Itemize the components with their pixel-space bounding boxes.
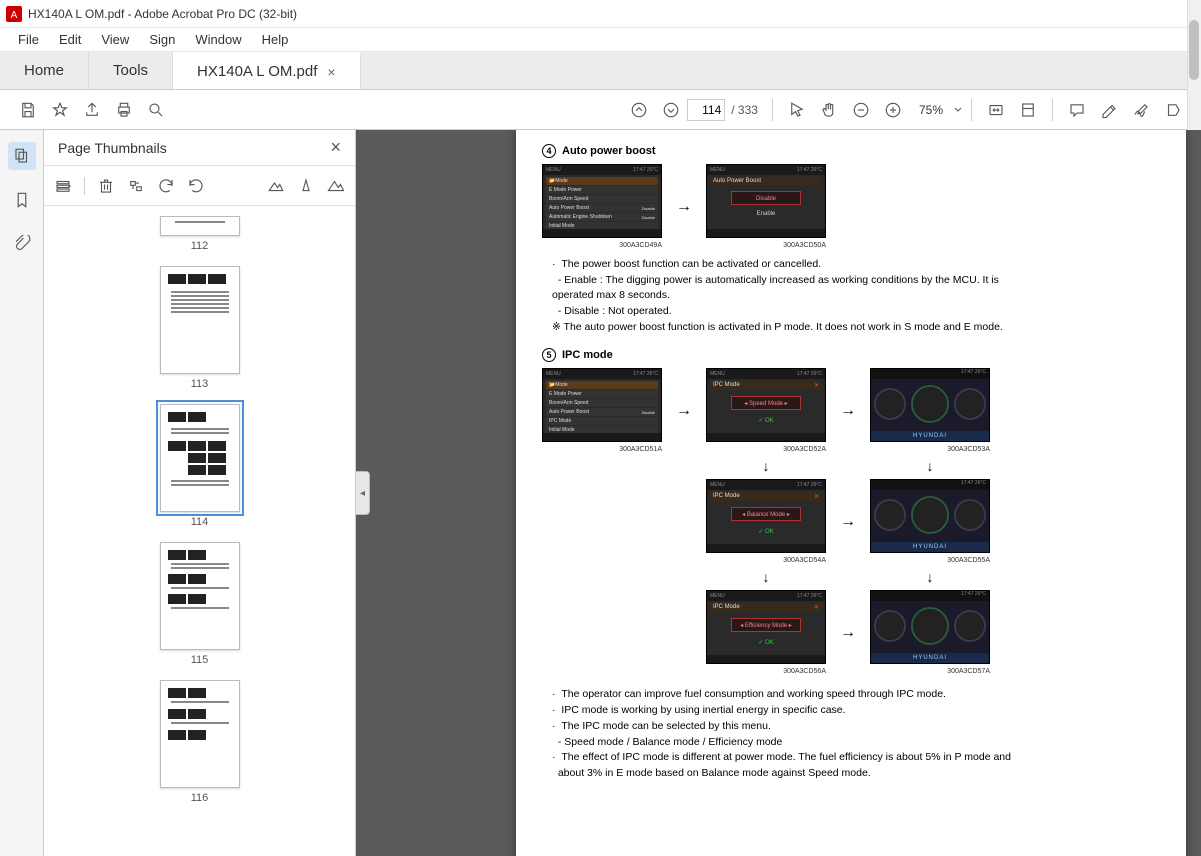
- screen-ipc-menu: MENU17:47 26°C 📂 Mode E Mode Power Boom/…: [542, 368, 662, 442]
- app-icon: A: [6, 6, 22, 22]
- page-viewport[interactable]: ◂ 4 Auto power boost MENU17:47 26°C 📂 Mo…: [356, 130, 1201, 856]
- section-4-text: · The power boost function can be activa…: [552, 257, 1160, 334]
- screen-gauge-efficiency: 17:47 26°C HYUNDAI: [870, 590, 990, 664]
- arrow-down-icon: ↓: [870, 570, 990, 584]
- thumbnail-114[interactable]: 114: [160, 404, 240, 528]
- section-4-heading: 4 Auto power boost: [542, 144, 1160, 158]
- tab-bar: Home Tools HX140A L OM.pdf ×: [0, 52, 1201, 90]
- section-4-screens: MENU17:47 26°C 📂 Mode E Mode Power Boom/…: [542, 164, 1160, 249]
- title-bar: A HX140A L OM.pdf - Adobe Acrobat Pro DC…: [0, 0, 1201, 28]
- menu-sign[interactable]: Sign: [139, 30, 185, 49]
- thumbnail-113[interactable]: 113: [160, 266, 240, 390]
- rotate-ccw-icon[interactable]: [157, 177, 175, 195]
- window-title: HX140A L OM.pdf - Adobe Acrobat Pro DC (…: [28, 7, 297, 21]
- section-5-heading: 5 IPC mode: [542, 348, 1160, 362]
- collapse-handle[interactable]: ◂: [356, 471, 370, 515]
- menu-edit[interactable]: Edit: [49, 30, 91, 49]
- selection-tool[interactable]: [781, 94, 813, 126]
- highlight-button[interactable]: [1093, 94, 1125, 126]
- zoom-mid-icon[interactable]: [297, 177, 315, 195]
- rotate-extract-icon[interactable]: [127, 177, 145, 195]
- close-icon[interactable]: ×: [330, 137, 341, 158]
- main-area: Page Thumbnails × 112 113: [0, 130, 1201, 856]
- search-button[interactable]: [140, 94, 172, 126]
- thumbnail-panel: Page Thumbnails × 112 113: [44, 130, 356, 856]
- screen-speed-mode: MENU17:47 26°C IPC Mode✕ ◂ Speed Mode ▸ …: [706, 368, 826, 442]
- left-rail: [0, 130, 44, 856]
- page-up-button[interactable]: [623, 94, 655, 126]
- rotate-cw-icon[interactable]: [187, 177, 205, 195]
- page-total: / 333: [731, 103, 758, 117]
- menu-file[interactable]: File: [8, 30, 49, 49]
- stamp-button[interactable]: [1157, 94, 1189, 126]
- svg-text:A: A: [11, 10, 18, 21]
- tab-tools[interactable]: Tools: [89, 52, 173, 89]
- share-button[interactable]: [76, 94, 108, 126]
- options-icon[interactable]: [54, 177, 72, 195]
- zoom-in-button[interactable]: [877, 94, 909, 126]
- page-down-button[interactable]: [655, 94, 687, 126]
- screen-gauge-speed: 17:47 26°C HYUNDAI: [870, 368, 990, 442]
- print-button[interactable]: [108, 94, 140, 126]
- zoom-small-icon[interactable]: [267, 177, 285, 195]
- hand-tool[interactable]: [813, 94, 845, 126]
- zoom-level[interactable]: 75%: [909, 103, 953, 117]
- arrow-down-icon: ↓: [706, 459, 826, 473]
- thumbnail-toolbar: [44, 166, 355, 206]
- thumbnail-title: Page Thumbnails: [58, 140, 167, 156]
- sign-button[interactable]: [1125, 94, 1157, 126]
- arrow-down-icon: ↓: [706, 570, 826, 584]
- chevron-down-icon[interactable]: [953, 105, 963, 115]
- tab-document[interactable]: HX140A L OM.pdf ×: [173, 52, 361, 89]
- pdf-page: 4 Auto power boost MENU17:47 26°C 📂 Mode…: [516, 130, 1186, 856]
- close-icon[interactable]: ×: [327, 64, 335, 80]
- thumbnails-rail-button[interactable]: [8, 142, 36, 170]
- attachments-rail-button[interactable]: [8, 230, 36, 258]
- toolbar: / 333 75%: [0, 90, 1201, 130]
- arrow-right-icon: →: [840, 624, 856, 642]
- comment-button[interactable]: [1061, 94, 1093, 126]
- tab-home[interactable]: Home: [0, 52, 89, 89]
- thumbnail-112[interactable]: 112: [160, 216, 240, 252]
- arrow-right-icon: →: [840, 402, 856, 420]
- thumbnail-list[interactable]: 112 113 114 115 116: [44, 206, 355, 856]
- menu-bar: File Edit View Sign Window Help: [0, 28, 1201, 52]
- arrow-right-icon: →: [676, 402, 692, 420]
- delete-icon[interactable]: [97, 177, 115, 195]
- fit-page-button[interactable]: [1012, 94, 1044, 126]
- zoom-out-button[interactable]: [845, 94, 877, 126]
- arrow-right-icon: →: [840, 513, 856, 531]
- save-button[interactable]: [12, 94, 44, 126]
- star-button[interactable]: [44, 94, 76, 126]
- thumbnail-116[interactable]: 116: [160, 680, 240, 804]
- screen-gauge-balance: 17:47 26°C HYUNDAI: [870, 479, 990, 553]
- page-number-input[interactable]: [687, 99, 725, 121]
- thumbnail-header: Page Thumbnails ×: [44, 130, 355, 166]
- menu-view[interactable]: View: [91, 30, 139, 49]
- menu-window[interactable]: Window: [185, 30, 251, 49]
- section-5-text: · The operator can improve fuel consumpt…: [552, 687, 1160, 780]
- screen-balance-mode: MENU17:47 26°C IPC Mode✕ ◂ Balance Mode …: [706, 479, 826, 553]
- zoom-large-icon[interactable]: [327, 177, 345, 195]
- bookmarks-rail-button[interactable]: [8, 186, 36, 214]
- arrow-down-icon: ↓: [870, 459, 990, 473]
- menu-help[interactable]: Help: [252, 30, 299, 49]
- screen-efficiency-mode: MENU17:47 26°C IPC Mode✕ ◂ Efficiency Mo…: [706, 590, 826, 664]
- ipc-grid: MENU17:47 26°C 📂 Mode E Mode Power Boom/…: [542, 368, 1160, 679]
- arrow-right-icon: →: [676, 198, 692, 216]
- screen-mode-menu: MENU17:47 26°C 📂 Mode E Mode Power Boom/…: [542, 164, 662, 238]
- fit-width-button[interactable]: [980, 94, 1012, 126]
- screen-auto-power-boost: MENU17:47 26°C Auto Power Boost Disable …: [706, 164, 826, 238]
- thumbnail-115[interactable]: 115: [160, 542, 240, 666]
